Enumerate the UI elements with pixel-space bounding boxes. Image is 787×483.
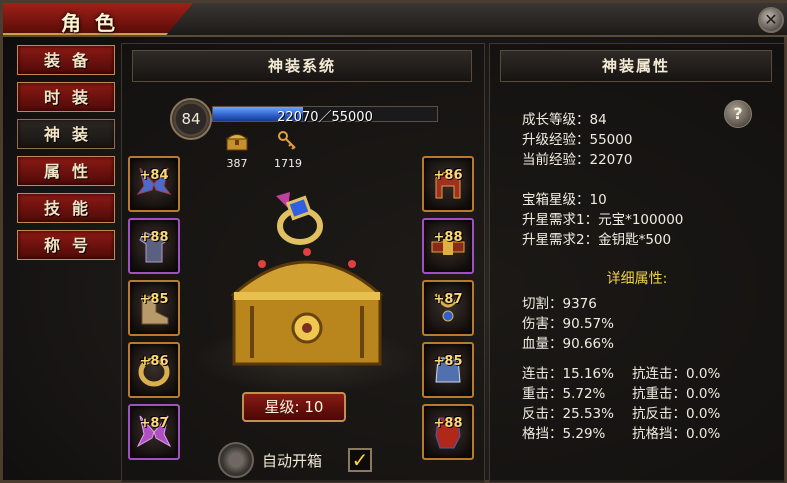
attr-row: 连击：15.16% 抗连击：0.0% <box>522 362 762 382</box>
nav-item-fashion[interactable]: 时装 <box>17 82 115 112</box>
nav-item-attributes[interactable]: 属性 <box>17 156 115 186</box>
star-level-box: 星级: 10 <box>242 392 346 422</box>
slot-level: +86 <box>433 168 463 183</box>
attr-damage: 伤害：90.57% <box>522 316 614 332</box>
slot-level: +85 <box>433 354 463 369</box>
help-button[interactable]: ? <box>724 100 752 128</box>
attr-anti-block: 抗格挡：0.0% <box>632 426 721 442</box>
divine-ring-icon <box>276 192 323 245</box>
side-nav: 装备 时装 神装 属性 技能 称号 <box>17 45 117 267</box>
exp-text: 22070／55000 <box>277 110 373 125</box>
divine-gear-system-panel: 神装系统 84 22070／55000 387 1719 +84 +88 +85… <box>121 43 485 483</box>
star-requirement-1: 升星需求1：元宝*100000 <box>522 212 684 228</box>
attr-hp: 血量：90.66% <box>522 336 614 352</box>
gear-icon[interactable] <box>218 442 254 478</box>
level-badge: 84 <box>170 98 212 140</box>
growth-level: 成长等级：84 <box>522 112 607 128</box>
slot-level: +88 <box>433 230 463 245</box>
gear-slot-right-3[interactable]: +87 <box>422 280 474 336</box>
detail-title: 详细属性: <box>606 271 668 287</box>
gear-slot-left-3[interactable]: +85 <box>128 280 180 336</box>
attr-block: 格挡：5.29% <box>522 426 606 442</box>
window-title: 角色 <box>61 11 129 35</box>
attr-anti-combo: 抗连击：0.0% <box>632 366 721 382</box>
slot-level: +85 <box>139 292 169 307</box>
close-button[interactable]: ✕ <box>758 7 784 33</box>
exp-bar: 22070／55000 <box>212 106 438 125</box>
nav-item-skills[interactable]: 技能 <box>17 193 115 223</box>
gear-slot-left-5[interactable]: +87 <box>128 404 180 460</box>
gear-slot-left-4[interactable]: +86 <box>128 342 180 398</box>
key-resource: 1719 <box>274 130 302 170</box>
current-exp: 当前经验：22070 <box>522 152 633 168</box>
slot-level: +84 <box>139 168 169 183</box>
star-value: 10 <box>304 398 324 416</box>
attr-anti-counter: 抗反击：0.0% <box>632 406 721 422</box>
attr-row: 反击：25.53% 抗反击：0.0% <box>522 402 762 422</box>
chest-star: 宝箱星级：10 <box>522 192 607 208</box>
attributes-header: 神装属性 <box>500 50 772 82</box>
treasure-chest-icon <box>225 134 249 151</box>
nav-item-equipment[interactable]: 装备 <box>17 45 115 75</box>
gear-slot-left-1[interactable]: +84 <box>128 156 180 212</box>
slot-level: +87 <box>433 292 463 307</box>
title-bar: 角色 ✕ <box>3 3 787 37</box>
attr-row: 重击：5.72% 抗重击：0.0% <box>522 382 762 402</box>
auto-open-checkbox[interactable]: ✓ <box>348 448 372 472</box>
chest-resource: 387 <box>224 130 250 170</box>
character-window: 角色 ✕ 装备 时装 神装 属性 技能 称号 神装系统 84 22070／550… <box>0 0 787 483</box>
system-header: 神装系统 <box>132 50 472 82</box>
slot-level: +88 <box>433 416 463 431</box>
gear-slot-right-4[interactable]: +85 <box>422 342 474 398</box>
upgrade-exp: 升级经验：55000 <box>522 132 633 148</box>
gear-slot-right-2[interactable]: +88 <box>422 218 474 274</box>
gear-slot-right-1[interactable]: +86 <box>422 156 474 212</box>
attr-cut: 切割：9376 <box>522 296 597 312</box>
divine-gear-attributes-panel: 神装属性 ? 成长等级：84 升级经验：55000 当前经验：22070 宝箱星… <box>489 43 785 483</box>
title-plate: 角色 <box>3 3 193 35</box>
nav-item-titles[interactable]: 称号 <box>17 230 115 260</box>
attr-counter: 反击：25.53% <box>522 406 614 422</box>
nav-item-divine-gear[interactable]: 神装 <box>17 119 115 149</box>
combat-attributes: 连击：15.16% 抗连击：0.0% 重击：5.72% 抗重击：0.0% 反击：… <box>522 362 762 442</box>
attr-row: 格挡：5.29% 抗格挡：0.0% <box>522 422 762 442</box>
attr-heavy-hit: 重击：5.72% <box>522 386 606 402</box>
gear-slot-right-5[interactable]: +88 <box>422 404 474 460</box>
treasure-chest-image[interactable] <box>222 234 392 374</box>
slot-level: +87 <box>139 416 169 431</box>
golden-key-icon <box>278 131 296 150</box>
chest-count: 387 <box>226 157 248 170</box>
attr-anti-heavy-hit: 抗重击：0.0% <box>632 386 721 402</box>
star-requirement-2: 升星需求2：金钥匙*500 <box>522 232 672 248</box>
slot-level: +88 <box>139 230 169 245</box>
auto-open-label: 自动开箱 <box>262 452 323 470</box>
star-label: 星级: <box>264 398 300 416</box>
attr-combo: 连击：15.16% <box>522 366 614 382</box>
gear-slot-left-2[interactable]: +88 <box>128 218 180 274</box>
slot-level: +86 <box>139 354 169 369</box>
key-count: 1719 <box>274 157 302 170</box>
